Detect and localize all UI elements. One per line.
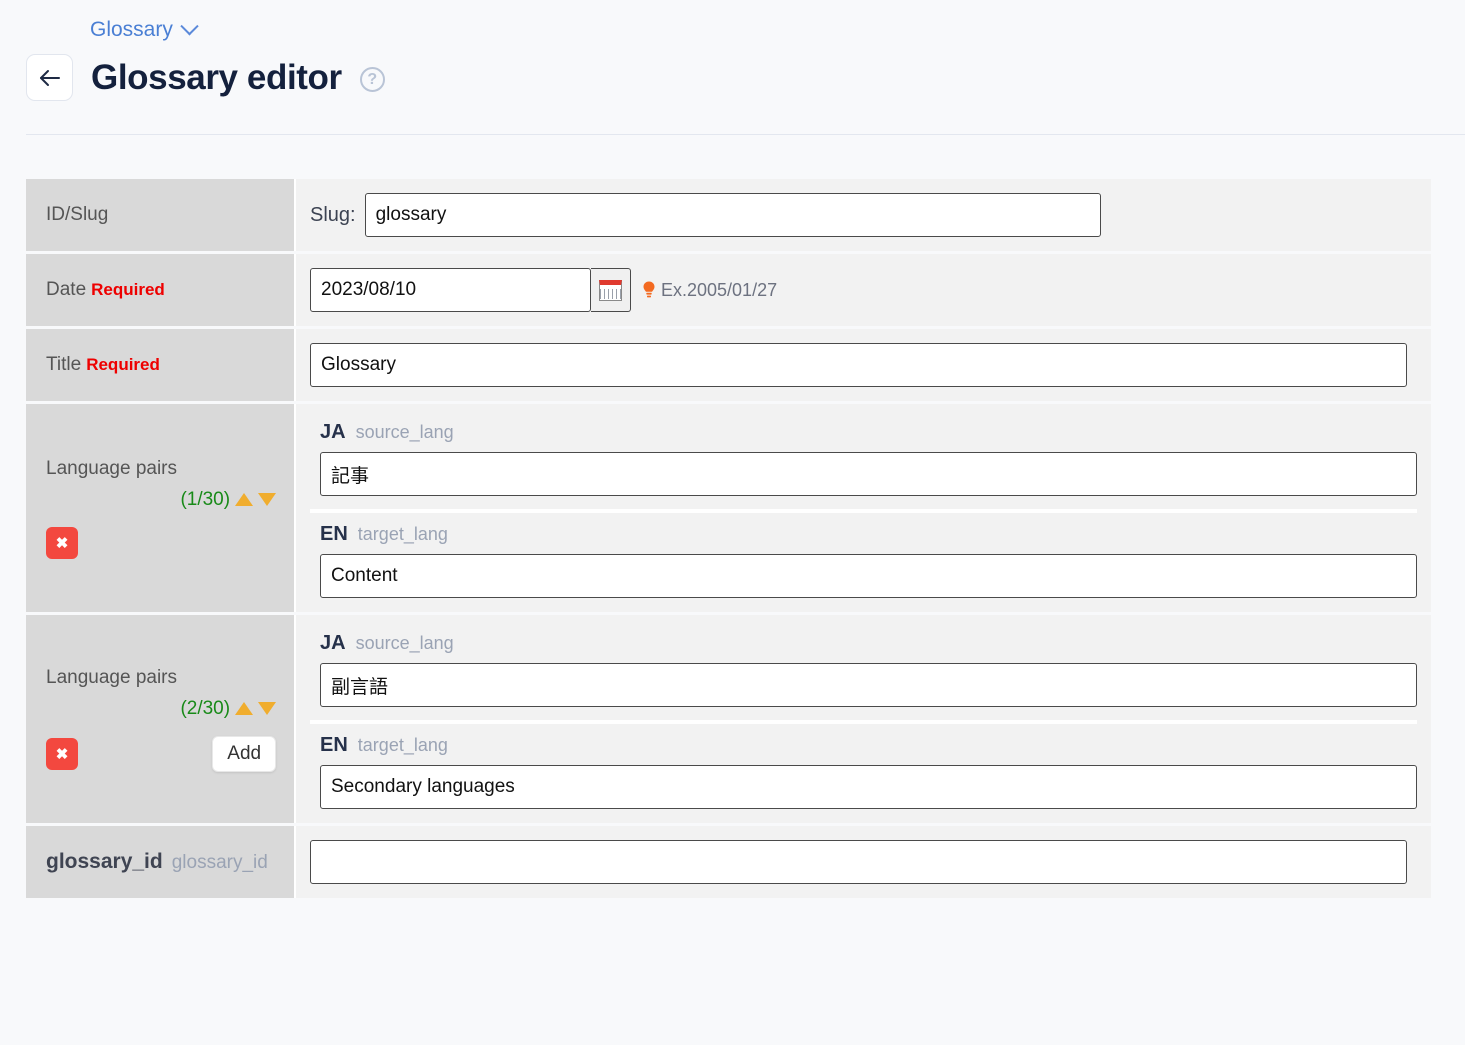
pair-separator-1 [310, 509, 1417, 513]
triangle-up-icon[interactable] [235, 702, 254, 715]
pair-actions-2: ✖ Add [46, 735, 294, 772]
form-row-glossary-id: glossary_id glossary_id [26, 826, 1431, 898]
target-lang-key-1: target_lang [357, 524, 448, 544]
add-pair-button[interactable]: Add [212, 735, 277, 772]
page-title: Glossary editor [91, 58, 342, 97]
arrow-left-icon [39, 69, 60, 86]
source-lang-head-2: JA source_lang [320, 632, 1417, 655]
back-button[interactable] [26, 54, 73, 101]
target-lang-input-1[interactable] [320, 554, 1417, 598]
triangle-up-icon[interactable] [235, 493, 254, 506]
calendar-picker-button[interactable] [591, 268, 631, 312]
form-row-id-slug: ID/Slug Slug: [26, 179, 1431, 251]
form-row-date: DateRequired Ex.2005/01/27 [26, 254, 1431, 326]
help-glyph: ? [367, 70, 378, 88]
label-text: Title [46, 354, 82, 375]
field-label-title: Title Required [26, 329, 295, 401]
field-value-glossary-id [296, 826, 1431, 898]
slug-input[interactable] [364, 193, 1101, 237]
label-text: Date [46, 279, 87, 300]
label-text: ID/Slug [46, 204, 109, 225]
form-row-language-pair-1: Language pairs (1/30) ✖ JA source_lang 記… [26, 404, 1431, 612]
field-value-language-pair-2: JA source_lang EN target_lang [296, 615, 1431, 823]
pair-order-controls-1: (1/30) [46, 489, 294, 511]
delete-pair-button-2[interactable]: ✖ [46, 737, 78, 770]
source-lang-key-1: source_lang [355, 422, 454, 442]
pair-count-1: (1/30) [180, 488, 231, 510]
date-hint: Ex.2005/01/27 [642, 280, 777, 301]
target-lang-code-2: EN [320, 734, 348, 756]
source-lang-head-1: JA source_lang [320, 421, 1417, 444]
triangle-down-icon[interactable] [258, 493, 277, 506]
chevron-down-icon[interactable] [180, 16, 199, 35]
label-text: glossary_id [46, 850, 163, 873]
form-row-title: Title Required [26, 329, 1431, 401]
form-row-language-pair-2: Language pairs (2/30) ✖ Add JA source_la… [26, 615, 1431, 823]
field-label-language-pair-1: Language pairs (1/30) ✖ [26, 404, 295, 612]
field-value-id-slug: Slug: [296, 179, 1431, 251]
glossary-id-input[interactable] [310, 840, 1407, 884]
calendar-icon [599, 279, 622, 301]
slug-row: Slug: [310, 193, 1417, 237]
source-lang-code-2: JA [320, 632, 346, 654]
target-lang-code-1: EN [320, 523, 348, 545]
pair-target-block-2: EN target_lang [310, 734, 1417, 809]
target-lang-key-2: target_lang [357, 735, 448, 755]
field-value-date: Ex.2005/01/27 [296, 254, 1431, 326]
close-x-icon: ✖ [55, 745, 69, 763]
label-text: Language pairs [46, 666, 177, 688]
field-label-date: Date Required [26, 254, 295, 326]
page-header: Glossary Glossary editor ? [0, 0, 1465, 135]
required-badge-date: Required [91, 280, 165, 299]
breadcrumb[interactable]: Glossary [0, 16, 1465, 42]
date-hint-text: Ex.2005/01/27 [661, 279, 778, 300]
required-badge-title: Required [86, 355, 160, 374]
slug-prefix-label: Slug: [310, 203, 356, 226]
source-lang-code-1: JA [320, 421, 346, 443]
glossary-editor-form: ID/Slug Slug: DateRequired [26, 176, 1431, 901]
lightbulb-icon [643, 281, 655, 298]
title-input[interactable] [310, 343, 1407, 387]
field-label-id-slug: ID/Slug [26, 179, 295, 251]
field-value-title [296, 329, 1431, 401]
close-x-icon: ✖ [55, 534, 69, 552]
pair-actions-1: ✖ [46, 526, 294, 559]
triangle-down-icon[interactable] [258, 702, 277, 715]
target-lang-head-1: EN target_lang [320, 523, 1417, 546]
pair-source-block-2: JA source_lang [310, 632, 1417, 707]
field-label-glossary-id: glossary_id glossary_id [26, 826, 295, 898]
label-subtext: glossary_id [171, 852, 268, 873]
delete-pair-button-1[interactable]: ✖ [46, 526, 78, 559]
date-input[interactable] [310, 268, 591, 312]
field-label-language-pair-2: Language pairs (2/30) ✖ Add [26, 615, 295, 823]
title-row: Glossary editor ? [0, 42, 1465, 101]
pair-count-2: (2/30) [180, 697, 231, 719]
source-lang-input-1[interactable] [320, 452, 1417, 496]
target-lang-input-2[interactable] [320, 765, 1417, 809]
pair-order-controls-2: (2/30) [46, 698, 294, 720]
question-circle-icon[interactable]: ? [359, 67, 385, 92]
label-text: Language pairs [46, 457, 177, 479]
pair-source-block-1: JA source_lang [310, 421, 1417, 496]
source-lang-input-2[interactable] [320, 663, 1417, 707]
target-lang-head-2: EN target_lang [320, 734, 1417, 757]
date-row: Ex.2005/01/27 [310, 268, 1417, 312]
header-divider [26, 134, 1465, 135]
pair-separator-2 [310, 720, 1417, 724]
pair-target-block-1: EN target_lang [310, 523, 1417, 598]
field-value-language-pair-1: JA source_lang EN target_lang [296, 404, 1431, 612]
source-lang-key-2: source_lang [355, 633, 454, 653]
breadcrumb-label[interactable]: Glossary [90, 18, 173, 42]
